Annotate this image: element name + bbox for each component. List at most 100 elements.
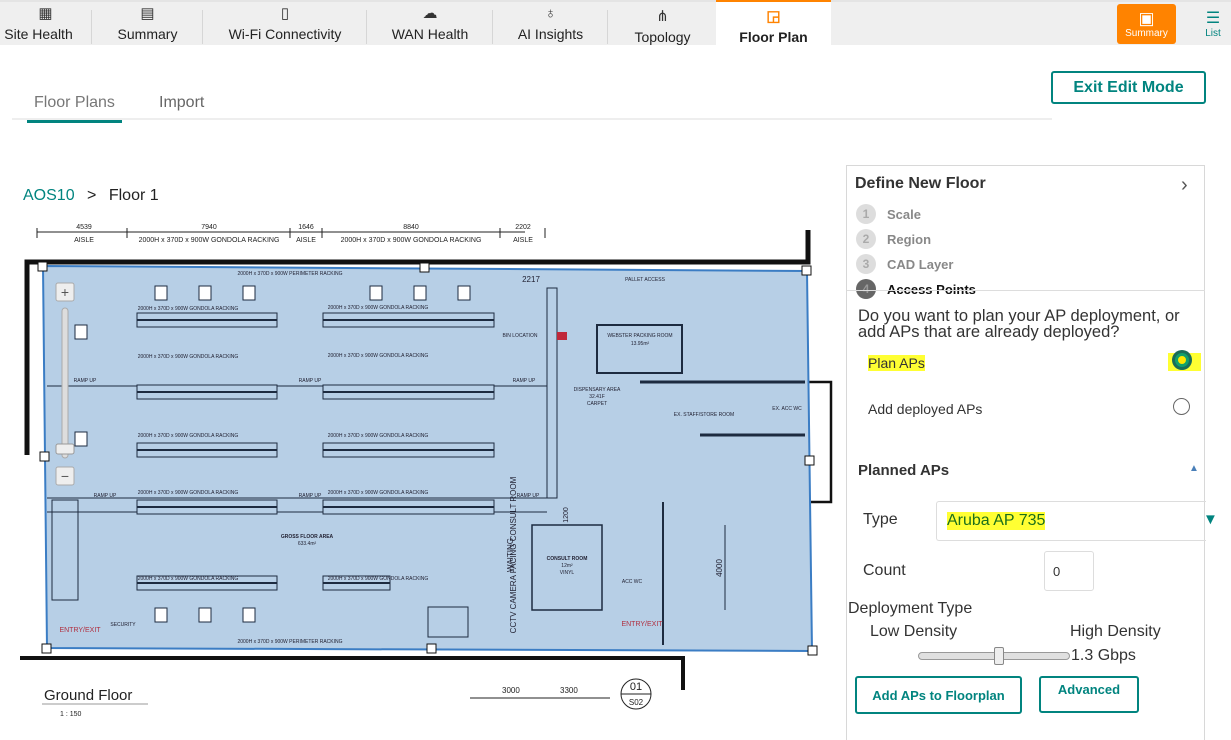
floor-plan-canvas[interactable]: 4539 AISLE 7940 2000H x 370D x 900W GONDOL… [0, 0, 845, 735]
acc-wc-label: EX. ACC WC [772, 406, 802, 412]
acc-wc2-label: ACC WC [622, 579, 643, 585]
workstation-icon [154, 285, 168, 301]
list-view-button[interactable]: ☰ List [1200, 8, 1226, 39]
dropdown-triangle-icon[interactable]: ▼ [1203, 511, 1218, 528]
carpet-label: CARPET [587, 401, 607, 407]
ref-bottom: S02 [629, 698, 644, 707]
step-cad-layer[interactable]: 3 CAD Layer [856, 254, 953, 274]
gondola-label: 2000H x 370D x 900W GONDOLA RACKING [328, 490, 429, 496]
dim-label: AISLE [74, 237, 94, 244]
high-density-label: High Density [1070, 623, 1161, 640]
entry-exit-label: ENTRY/EXIT [621, 621, 663, 628]
gondola-label: 2000H x 370D x 900W GONDOLA RACKING [328, 576, 429, 582]
perimeter-label: 2000H x 370D x 900W PERIMETER RACKING [237, 271, 342, 277]
step-number: 1 [856, 204, 876, 224]
dimension-line: 4539 AISLE 7940 2000H x 370D x 900W GONDOL… [36, 224, 546, 244]
gondola-label: 2000H x 370D x 900W GONDOLA RACKING [138, 490, 239, 496]
step-label: Access Points [887, 281, 976, 297]
collapse-caret-icon[interactable]: ▲ [1189, 463, 1199, 474]
dispensary-label: DISPENSARY AREA [574, 387, 621, 393]
perimeter-label: 2000H x 370D x 900W PERIMETER RACKING [237, 639, 342, 645]
security-label: SECURITY [110, 622, 136, 628]
workstation-icon [74, 324, 88, 340]
advanced-button[interactable]: Advanced [1039, 676, 1139, 713]
list-view-label: List [1205, 28, 1221, 39]
ramp-label: RAMP UP [517, 493, 540, 499]
vinyl-label: VINYL [560, 570, 575, 576]
summary-view-button[interactable]: ▣ Summary [1117, 4, 1176, 44]
step-number: 4 [856, 279, 876, 299]
gondola-label: 2000H x 370D x 900W GONDOLA RACKING [138, 306, 239, 312]
add-aps-button[interactable]: Add APs to Floorplan [855, 676, 1022, 714]
entry-exit-label: ENTRY/EXIT [59, 627, 101, 634]
zoom-out-button[interactable]: − [55, 466, 75, 486]
planned-aps-heading: Planned APs [858, 462, 950, 479]
gross-area-label: GROSS FLOOR AREA [281, 534, 334, 540]
workstation-icon [242, 607, 256, 623]
density-slider[interactable] [918, 647, 1070, 665]
deployment-question: Do you want to plan your AP deployment, … [858, 307, 1180, 341]
summary-view-label: Summary [1125, 27, 1168, 39]
step-label: Region [887, 231, 932, 247]
minus-icon: − [61, 468, 69, 484]
add-deployed-aps-radio[interactable] [1173, 398, 1190, 415]
workstation-icon [413, 285, 427, 301]
gondola-label: 2000H x 370D x 900W GONDOLA RACKING [138, 433, 239, 439]
slider-thumb[interactable] [994, 647, 1005, 665]
gondola-label: 2000H x 370D x 900W GONDOLA RACKING [138, 354, 239, 360]
count-label: Count [863, 562, 906, 579]
zoom-in-button[interactable]: + [55, 282, 75, 302]
ground-floor-title: Ground Floor [44, 687, 132, 704]
step-label: Scale [887, 206, 921, 222]
plus-icon: + [61, 284, 69, 300]
webster-area: 13.95m² [631, 341, 650, 347]
divider [847, 290, 1205, 291]
bottom-annotations: 3000 3300 01 S02 Ground Floor 1 : 150 [42, 678, 652, 718]
dim-value: 8840 [403, 224, 419, 231]
workstation-icon [154, 607, 168, 623]
scale-label: 1 : 150 [60, 711, 82, 718]
deployment-type-label: Deployment Type [848, 600, 973, 617]
panel-title: Define New Floor [855, 175, 986, 192]
step-access-points[interactable]: 4 Access Points [856, 279, 976, 299]
workstation-icon [198, 607, 212, 623]
gondola-label: 2000H x 370D x 900W GONDOLA RACKING [328, 433, 429, 439]
workstation-icon [198, 285, 212, 301]
dim-value: 4539 [76, 224, 92, 231]
ap-type-value: Aruba AP 735 [947, 512, 1046, 530]
dim-label: AISLE [513, 237, 533, 244]
gondola-label: 2000H x 370D x 900W GONDOLA RACKING [138, 576, 239, 582]
bin-marker [557, 332, 567, 340]
grid-icon: ▣ [1138, 8, 1155, 28]
step-number: 2 [856, 229, 876, 249]
ramp-label: RAMP UP [513, 378, 536, 384]
dim-2217: 2217 [522, 275, 540, 284]
pallet-access-label: PALLET ACCESS [625, 277, 665, 283]
exit-edit-mode-button[interactable]: Exit Edit Mode [1051, 71, 1206, 104]
ramp-label: RAMP UP [74, 378, 97, 384]
gondola-label: 2000H x 370D x 900W GONDOLA RACKING [328, 353, 429, 359]
workstation-icon [242, 285, 256, 301]
dim-value: 2202 [515, 224, 531, 231]
dim-label: AISLE [296, 237, 316, 244]
gondola-label: 2000H x 370D x 900W GONDOLA RACKING [328, 305, 429, 311]
dim-3300: 3300 [560, 686, 578, 695]
type-label: Type [863, 511, 898, 528]
count-input[interactable] [1044, 551, 1094, 591]
dim-1200: 1200 [563, 507, 570, 523]
dim-label: 2000H x 370D x 900W GONDOLA RACKING [139, 237, 280, 244]
ramp-label: RAMP UP [299, 493, 322, 499]
dim-3000: 3000 [502, 686, 520, 695]
consult-room-label: CONSULT ROOM [547, 556, 588, 562]
staff-room-label: EX. STAFF/STORE ROOM [674, 412, 734, 418]
step-scale[interactable]: 1 Scale [856, 204, 921, 224]
low-density-label: Low Density [870, 623, 958, 640]
dispensary-area: 32.41F [589, 394, 605, 400]
ap-type-select[interactable]: Aruba AP 735 [936, 501, 1206, 541]
plan-aps-radio[interactable] [1175, 353, 1189, 367]
plan-aps-label[interactable]: Plan APs [868, 355, 925, 371]
add-deployed-aps-label[interactable]: Add deployed APs [868, 401, 982, 417]
chevron-right-icon[interactable]: › [1181, 174, 1188, 197]
step-label: CAD Layer [887, 256, 954, 272]
step-region[interactable]: 2 Region [856, 229, 931, 249]
